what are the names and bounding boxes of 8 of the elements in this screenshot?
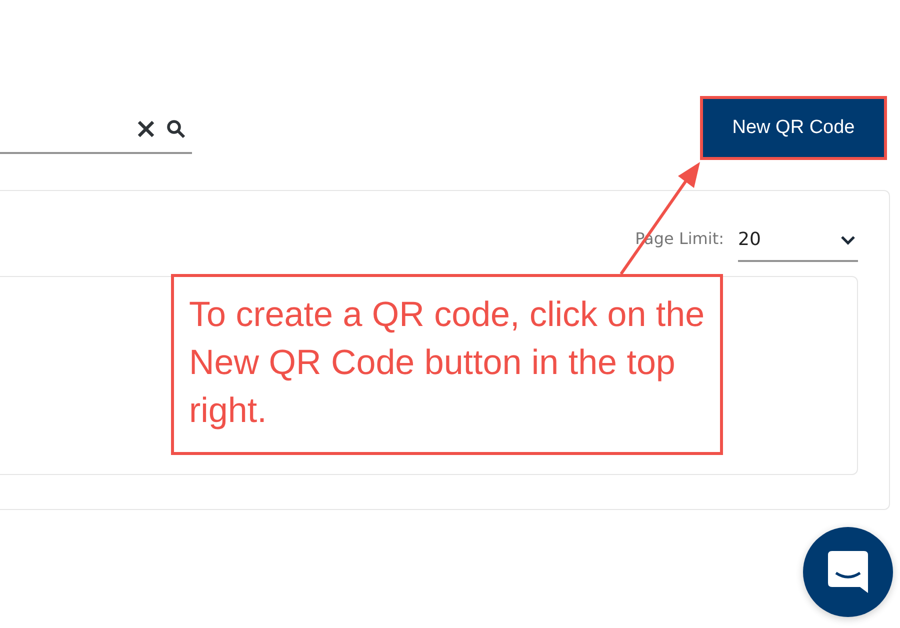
page-limit-select[interactable]: 20 <box>738 225 858 262</box>
search-icon[interactable] <box>166 119 186 139</box>
clear-icon[interactable] <box>136 119 156 139</box>
chat-button[interactable] <box>803 527 893 617</box>
callout-box: To create a QR code, click on the New QR Code button in the top right. <box>171 274 723 455</box>
new-qr-code-button[interactable]: New QR Code <box>700 96 887 160</box>
chevron-down-icon <box>840 234 856 244</box>
chat-bubble-icon <box>828 551 868 593</box>
